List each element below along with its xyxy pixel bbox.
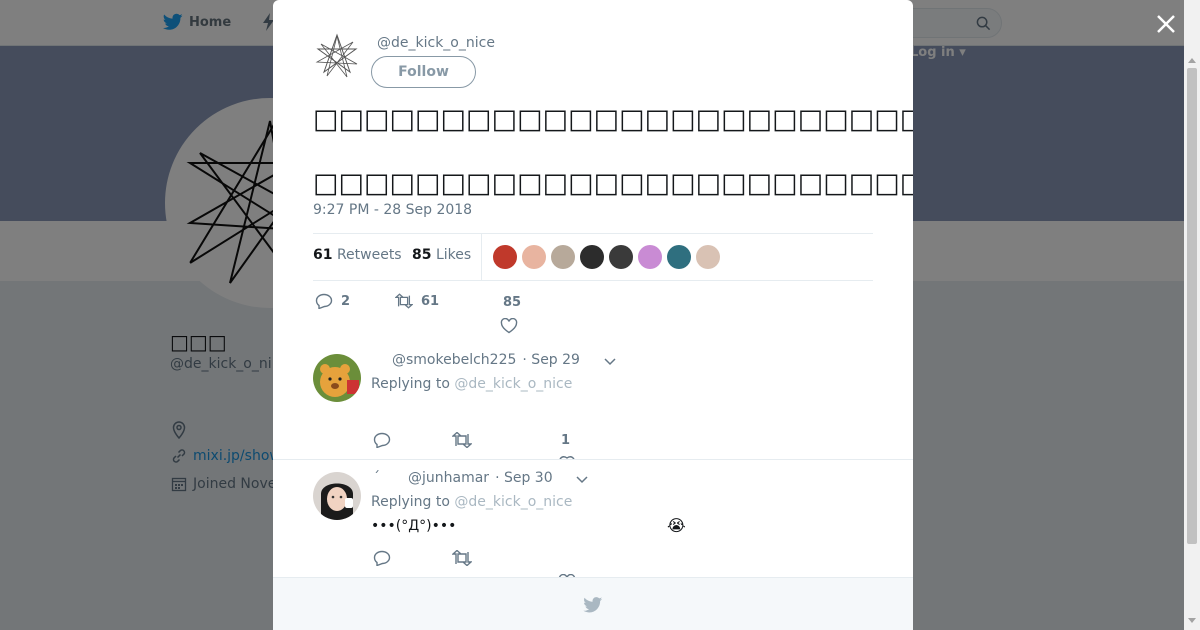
liker-avatar[interactable] xyxy=(638,245,662,269)
reply-icon[interactable] xyxy=(373,550,391,566)
replying-to-line: Replying to @de_kick_o_nice xyxy=(371,376,572,392)
retweet-icon[interactable] xyxy=(452,550,472,566)
reply-avatar[interactable] xyxy=(313,472,361,520)
chevron-down-icon[interactable] xyxy=(604,358,616,366)
reply-text: •••(°Д°)••• xyxy=(371,518,457,534)
scroll-down-arrow[interactable] xyxy=(1188,618,1196,623)
tweet-timestamp[interactable]: 9:27 PM - 28 Sep 2018 xyxy=(313,202,472,218)
likes-stat[interactable]: 85 Likes xyxy=(412,247,471,263)
reply-date[interactable]: · Sep 30 xyxy=(495,470,553,486)
chevron-down-icon[interactable] xyxy=(576,476,588,484)
liker-avatar[interactable] xyxy=(667,245,691,269)
reply-header: ´ xyxy=(373,470,380,486)
reply-date[interactable]: · Sep 29 xyxy=(522,352,580,368)
replying-mention[interactable]: @de_kick_o_nice xyxy=(454,376,572,392)
stats-divider xyxy=(481,234,482,280)
reply-header: @junhamar · Sep 30 xyxy=(408,470,553,486)
scrollbar-thumb[interactable] xyxy=(1187,68,1197,544)
retweets-label: Retweets xyxy=(336,247,402,263)
retweets-stat[interactable]: 61 Retweets xyxy=(313,247,402,263)
girl-portrait-avatar-image xyxy=(313,472,361,520)
liker-avatar[interactable] xyxy=(696,245,720,269)
retweet-icon xyxy=(395,293,413,309)
retweet-count: 61 xyxy=(421,293,440,309)
like-count: 85 xyxy=(503,295,522,310)
liker-avatar[interactable] xyxy=(609,245,633,269)
reply-like-count: 1 xyxy=(561,433,571,448)
reply-icon xyxy=(315,293,333,309)
scroll-up-arrow[interactable] xyxy=(1188,58,1196,63)
replying-to-line: Replying to @de_kick_o_nice xyxy=(371,494,572,510)
twitter-bird-icon xyxy=(583,597,603,613)
winnie-the-pooh-avatar-image xyxy=(313,354,361,402)
reply-icon[interactable] xyxy=(373,432,391,448)
page-scrollbar[interactable] xyxy=(1184,0,1200,630)
tweet-stats: 61 Retweets 85 Likes xyxy=(313,233,873,281)
reply-divider xyxy=(273,459,913,460)
author-handle[interactable]: @de_kick_o_nice xyxy=(377,35,495,51)
liker-avatar[interactable] xyxy=(493,245,517,269)
liker-avatars xyxy=(493,245,720,269)
modal-footer xyxy=(273,577,913,630)
reply-action[interactable]: 2 xyxy=(315,293,350,309)
tweet-modal: @de_kick_o_nice Follow □□□□□□□□□□□□□□□□□… xyxy=(273,0,913,630)
likes-label: Likes xyxy=(435,247,472,263)
reply-header: @smokebelch225 · Sep 29 xyxy=(392,352,580,368)
reply-count: 2 xyxy=(341,293,351,309)
heart-icon[interactable] xyxy=(500,318,518,334)
reply-handle[interactable]: @smokebelch225 xyxy=(392,352,516,368)
liker-avatar[interactable] xyxy=(580,245,604,269)
replying-prefix: Replying to xyxy=(371,494,450,510)
retweets-count: 61 xyxy=(313,247,333,263)
replying-prefix: Replying to xyxy=(371,376,450,392)
reply-handle[interactable]: @junhamar xyxy=(408,470,489,486)
replying-mention[interactable]: @de_kick_o_nice xyxy=(454,494,572,510)
close-icon[interactable] xyxy=(1154,12,1178,36)
retweet-icon[interactable] xyxy=(452,432,472,448)
reply-name[interactable]: ´ xyxy=(373,470,380,486)
crying-emoji: 😭 xyxy=(667,516,686,535)
tweet-text: □□□□□□□□□□□□□□□□□□□□□□□□ □□□□□□□□□□□□□□□□… xyxy=(313,104,913,199)
retweet-action[interactable]: 61 xyxy=(395,293,439,309)
reply-avatar[interactable] xyxy=(313,354,361,402)
liker-avatar[interactable] xyxy=(551,245,575,269)
likes-count: 85 xyxy=(412,247,432,263)
follow-button[interactable]: Follow xyxy=(371,56,476,88)
author-avatar[interactable] xyxy=(313,32,361,80)
liker-avatar[interactable] xyxy=(522,245,546,269)
